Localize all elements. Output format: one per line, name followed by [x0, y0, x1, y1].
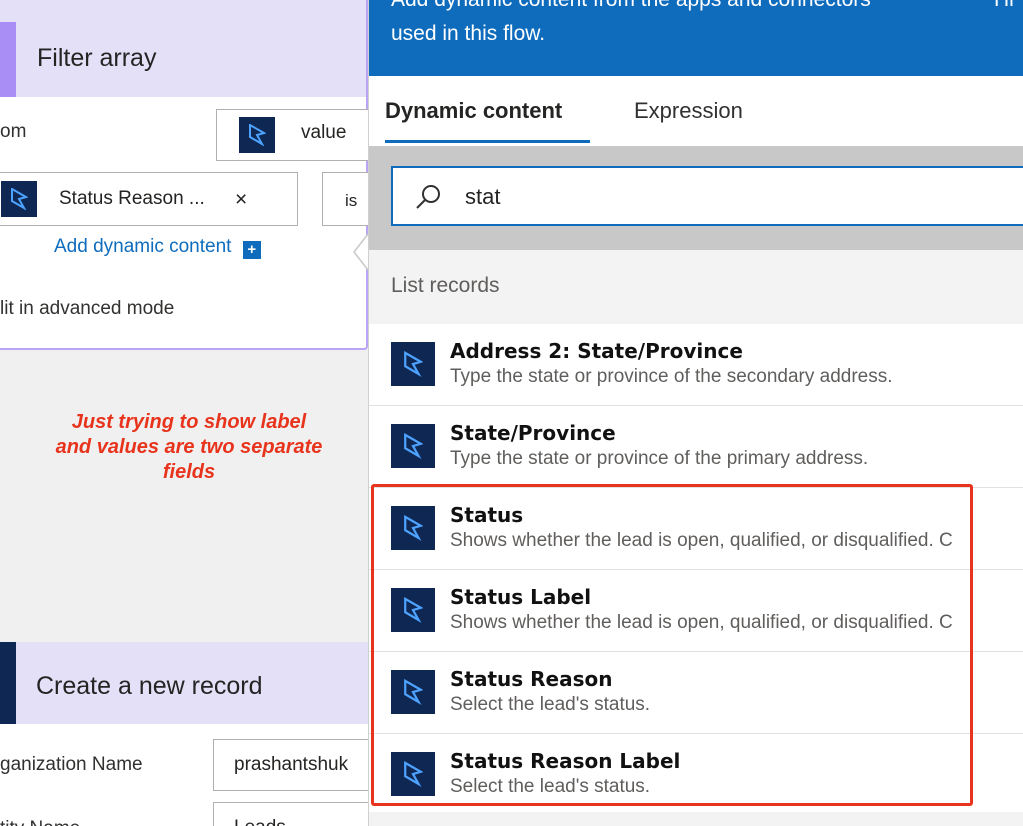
item-description: Select the lead's status. [450, 694, 651, 715]
item-description: Type the state or province of the second… [450, 366, 893, 387]
dynamics-365-icon [391, 752, 435, 796]
dynamics-365-icon [391, 506, 435, 550]
item-description: Shows whether the lead is open, qualifie… [450, 612, 953, 633]
list-item[interactable]: State/Province Type the state or provinc… [369, 406, 1023, 488]
dynamics-365-icon [391, 588, 435, 632]
filter-array-card-header[interactable]: Filter array [0, 0, 366, 97]
search-icon [416, 185, 440, 209]
dynamic-content-panel: Add dynamic content from the apps and co… [368, 0, 1023, 826]
panel-bottom-strip [369, 812, 1023, 826]
list-item[interactable]: Status Label Shows whether the lead is o… [369, 570, 1023, 652]
panel-header: Add dynamic content from the apps and co… [369, 0, 1023, 76]
item-title: Status Label [450, 585, 592, 609]
callout-pointer-icon [353, 233, 368, 271]
card-title: Create a new record [36, 672, 263, 700]
item-description: Shows whether the lead is open, qualifie… [450, 530, 953, 551]
create-record-card-header[interactable]: Create a new record [0, 642, 368, 724]
tab-dynamic-content[interactable]: Dynamic content [385, 98, 562, 124]
list-item[interactable]: Status Reason Select the lead's status. [369, 652, 1023, 734]
entity-name-label: tity Name [0, 818, 80, 826]
panel-description: used in this flow. [391, 22, 546, 45]
add-dynamic-content-label: Add dynamic content [54, 236, 232, 257]
item-title: Status Reason Label [450, 749, 681, 773]
condition-left-input[interactable]: Status Reason ... × [0, 172, 298, 226]
item-title: Address 2: State/Province [450, 339, 743, 363]
item-description: Type the state or province of the primar… [450, 448, 869, 469]
organization-name-label: ganization Name [0, 754, 143, 775]
dynamics-365-icon [391, 342, 435, 386]
operator-select[interactable]: is [322, 172, 368, 226]
status-reason-token: Status Reason ... [59, 188, 205, 209]
entity-name-value: Leads [234, 817, 286, 826]
list-item[interactable]: Status Reason Label Select the lead's st… [369, 734, 1023, 816]
operator-value: is [345, 191, 358, 210]
create-record-card: Create a new record ganization Name pras… [0, 642, 368, 826]
tab-expression[interactable]: Expression [634, 98, 743, 124]
annotation-note: Just trying to show label and values are… [14, 410, 364, 485]
card-title: Filter array [37, 44, 157, 72]
organization-name-value: prashantshuk [234, 754, 349, 775]
hide-link[interactable]: Hi [994, 0, 1014, 12]
filter-array-card: Filter array om value Status Reason ... … [0, 0, 368, 350]
section-title: List records [391, 274, 500, 297]
dynamics-365-icon [1, 181, 37, 217]
active-tab-indicator [385, 140, 590, 143]
card-accent-bar [0, 642, 16, 724]
edit-advanced-mode-link[interactable]: lit in advanced mode [0, 298, 174, 320]
from-value-token: value [301, 122, 347, 143]
add-plus-icon: + [242, 241, 261, 259]
token-remove-icon[interactable]: × [235, 188, 247, 212]
annotation-line: and values are two separate [55, 436, 323, 458]
list-item[interactable]: Address 2: State/Province Type the state… [369, 324, 1023, 406]
panel-tabs: Dynamic content Expression [369, 76, 1023, 146]
dynamics-365-icon [239, 117, 275, 153]
item-title: Status [450, 503, 524, 527]
add-dynamic-content-link[interactable]: Add dynamic content + [54, 236, 261, 259]
dynamics-365-icon [391, 670, 435, 714]
item-title: State/Province [450, 421, 616, 445]
item-title: Status Reason [450, 667, 613, 691]
list-item[interactable]: Status Shows whether the lead is open, q… [369, 488, 1023, 570]
flow-designer-canvas: Filter array om value Status Reason ... … [0, 0, 368, 826]
from-field-label: om [0, 121, 27, 142]
entity-name-input[interactable]: Leads [213, 802, 368, 826]
organization-name-input[interactable]: prashantshuk [213, 739, 368, 791]
from-input[interactable]: value [216, 109, 368, 161]
card-accent-bar [0, 22, 16, 97]
search-area [369, 146, 1023, 250]
annotation-line: fields [162, 461, 216, 483]
search-box[interactable] [391, 166, 1023, 226]
item-description: Select the lead's status. [450, 776, 651, 797]
dynamics-365-icon [391, 424, 435, 468]
search-input[interactable] [465, 180, 965, 214]
panel-description: Add dynamic content from the apps and co… [391, 0, 871, 12]
section-header: List records [369, 250, 1023, 324]
annotation-line: Just trying to show label [71, 411, 307, 433]
